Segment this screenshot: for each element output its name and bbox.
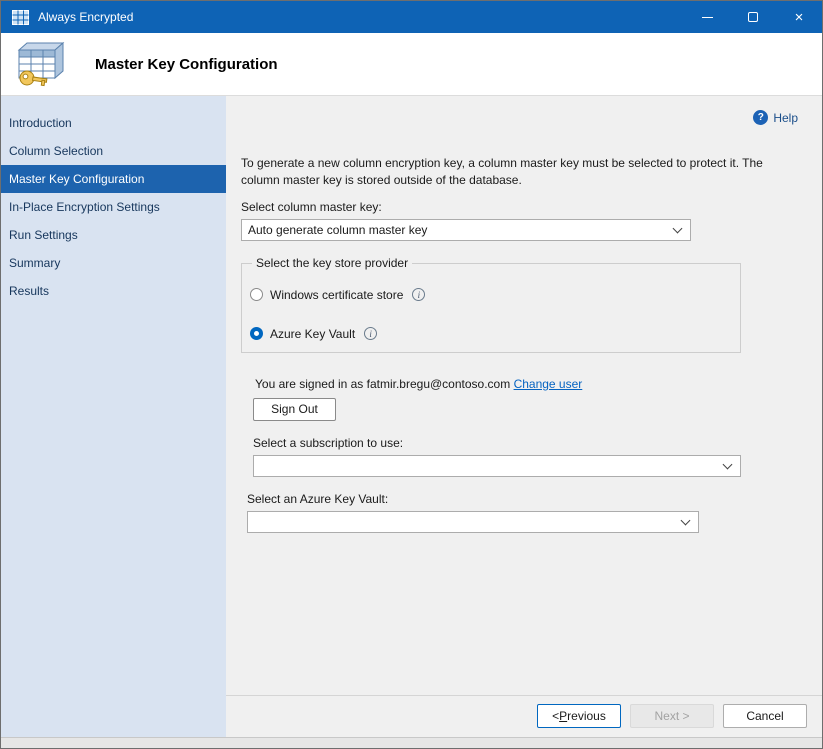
window-title: Always Encrypted <box>38 10 133 24</box>
wizard-steps-sidebar: Introduction Column Selection Master Key… <box>1 96 226 737</box>
help-link[interactable]: ? Help <box>753 110 798 125</box>
radio-windows-certificate-store[interactable]: Windows certificate store i <box>250 284 740 306</box>
main-content: ? Help To generate a new column encrypti… <box>226 96 822 695</box>
chevron-down-icon <box>723 459 733 469</box>
app-icon <box>12 10 29 25</box>
sidebar-item-master-key-configuration[interactable]: Master Key Configuration <box>1 165 226 193</box>
help-icon: ? <box>753 110 768 125</box>
change-user-link[interactable]: Change user <box>514 377 583 391</box>
sidebar-item-introduction[interactable]: Introduction <box>1 109 226 137</box>
close-icon: × <box>795 10 804 25</box>
caption-buttons: × <box>684 1 822 33</box>
key-store-provider-groupbox: Select the key store provider Windows ce… <box>241 263 741 353</box>
title-bar: Always Encrypted × <box>1 1 822 33</box>
radio-button-checked-icon <box>250 327 263 340</box>
previous-button-prefix: < <box>552 709 559 723</box>
sidebar-item-summary[interactable]: Summary <box>1 249 226 277</box>
previous-button[interactable]: < Previous <box>537 704 621 728</box>
cancel-button[interactable]: Cancel <box>723 704 807 728</box>
help-row: ? Help <box>241 110 802 125</box>
previous-button-accesskey: P <box>559 709 567 723</box>
radio-windows-certificate-store-label: Windows certificate store <box>270 288 403 302</box>
intro-text: To generate a new column encryption key,… <box>241 155 803 190</box>
master-key-select[interactable]: Auto generate column master key <box>241 219 691 241</box>
sign-out-button[interactable]: Sign Out <box>253 398 336 421</box>
info-icon[interactable]: i <box>364 327 377 340</box>
maximize-icon <box>748 12 758 22</box>
previous-button-rest: revious <box>567 709 606 723</box>
radio-button-icon <box>250 288 263 301</box>
signed-in-text: You are signed in as fatmir.bregu@contos… <box>255 377 514 391</box>
master-key-label: Select column master key: <box>241 200 802 214</box>
sidebar-item-in-place-encryption-settings[interactable]: In-Place Encryption Settings <box>1 193 226 221</box>
minimize-button[interactable] <box>684 1 730 33</box>
key-store-provider-group-title: Select the key store provider <box>252 256 412 270</box>
sidebar-item-column-selection[interactable]: Column Selection <box>1 137 226 165</box>
subscription-select[interactable] <box>253 455 741 477</box>
wizard-body: Introduction Column Selection Master Key… <box>1 96 822 737</box>
sidebar-item-run-settings[interactable]: Run Settings <box>1 221 226 249</box>
table-key-icon <box>11 40 69 88</box>
azure-key-vault-label: Select an Azure Key Vault: <box>247 492 802 506</box>
signed-in-line: You are signed in as fatmir.bregu@contos… <box>255 377 802 391</box>
master-key-select-value: Auto generate column master key <box>248 223 670 237</box>
sidebar-item-results[interactable]: Results <box>1 277 226 305</box>
next-button[interactable]: Next > <box>630 704 714 728</box>
wizard-header: Master Key Configuration <box>1 33 822 96</box>
page-title: Master Key Configuration <box>95 56 278 73</box>
info-icon[interactable]: i <box>412 288 425 301</box>
chevron-down-icon <box>681 515 691 525</box>
main-panel: ? Help To generate a new column encrypti… <box>226 96 822 737</box>
radio-azure-key-vault[interactable]: Azure Key Vault i <box>250 323 740 345</box>
window-bottom-edge <box>1 737 822 748</box>
maximize-button[interactable] <box>730 1 776 33</box>
minimize-icon <box>702 17 713 18</box>
subscription-label: Select a subscription to use: <box>253 436 802 450</box>
help-label: Help <box>773 111 798 125</box>
chevron-down-icon <box>673 223 683 233</box>
wizard-footer: < Previous Next > Cancel <box>226 695 822 737</box>
close-button[interactable]: × <box>776 1 822 33</box>
always-encrypted-window: Always Encrypted × Master Key Configurat… <box>0 0 823 749</box>
azure-key-vault-select[interactable] <box>247 511 699 533</box>
radio-azure-key-vault-label: Azure Key Vault <box>270 327 355 341</box>
